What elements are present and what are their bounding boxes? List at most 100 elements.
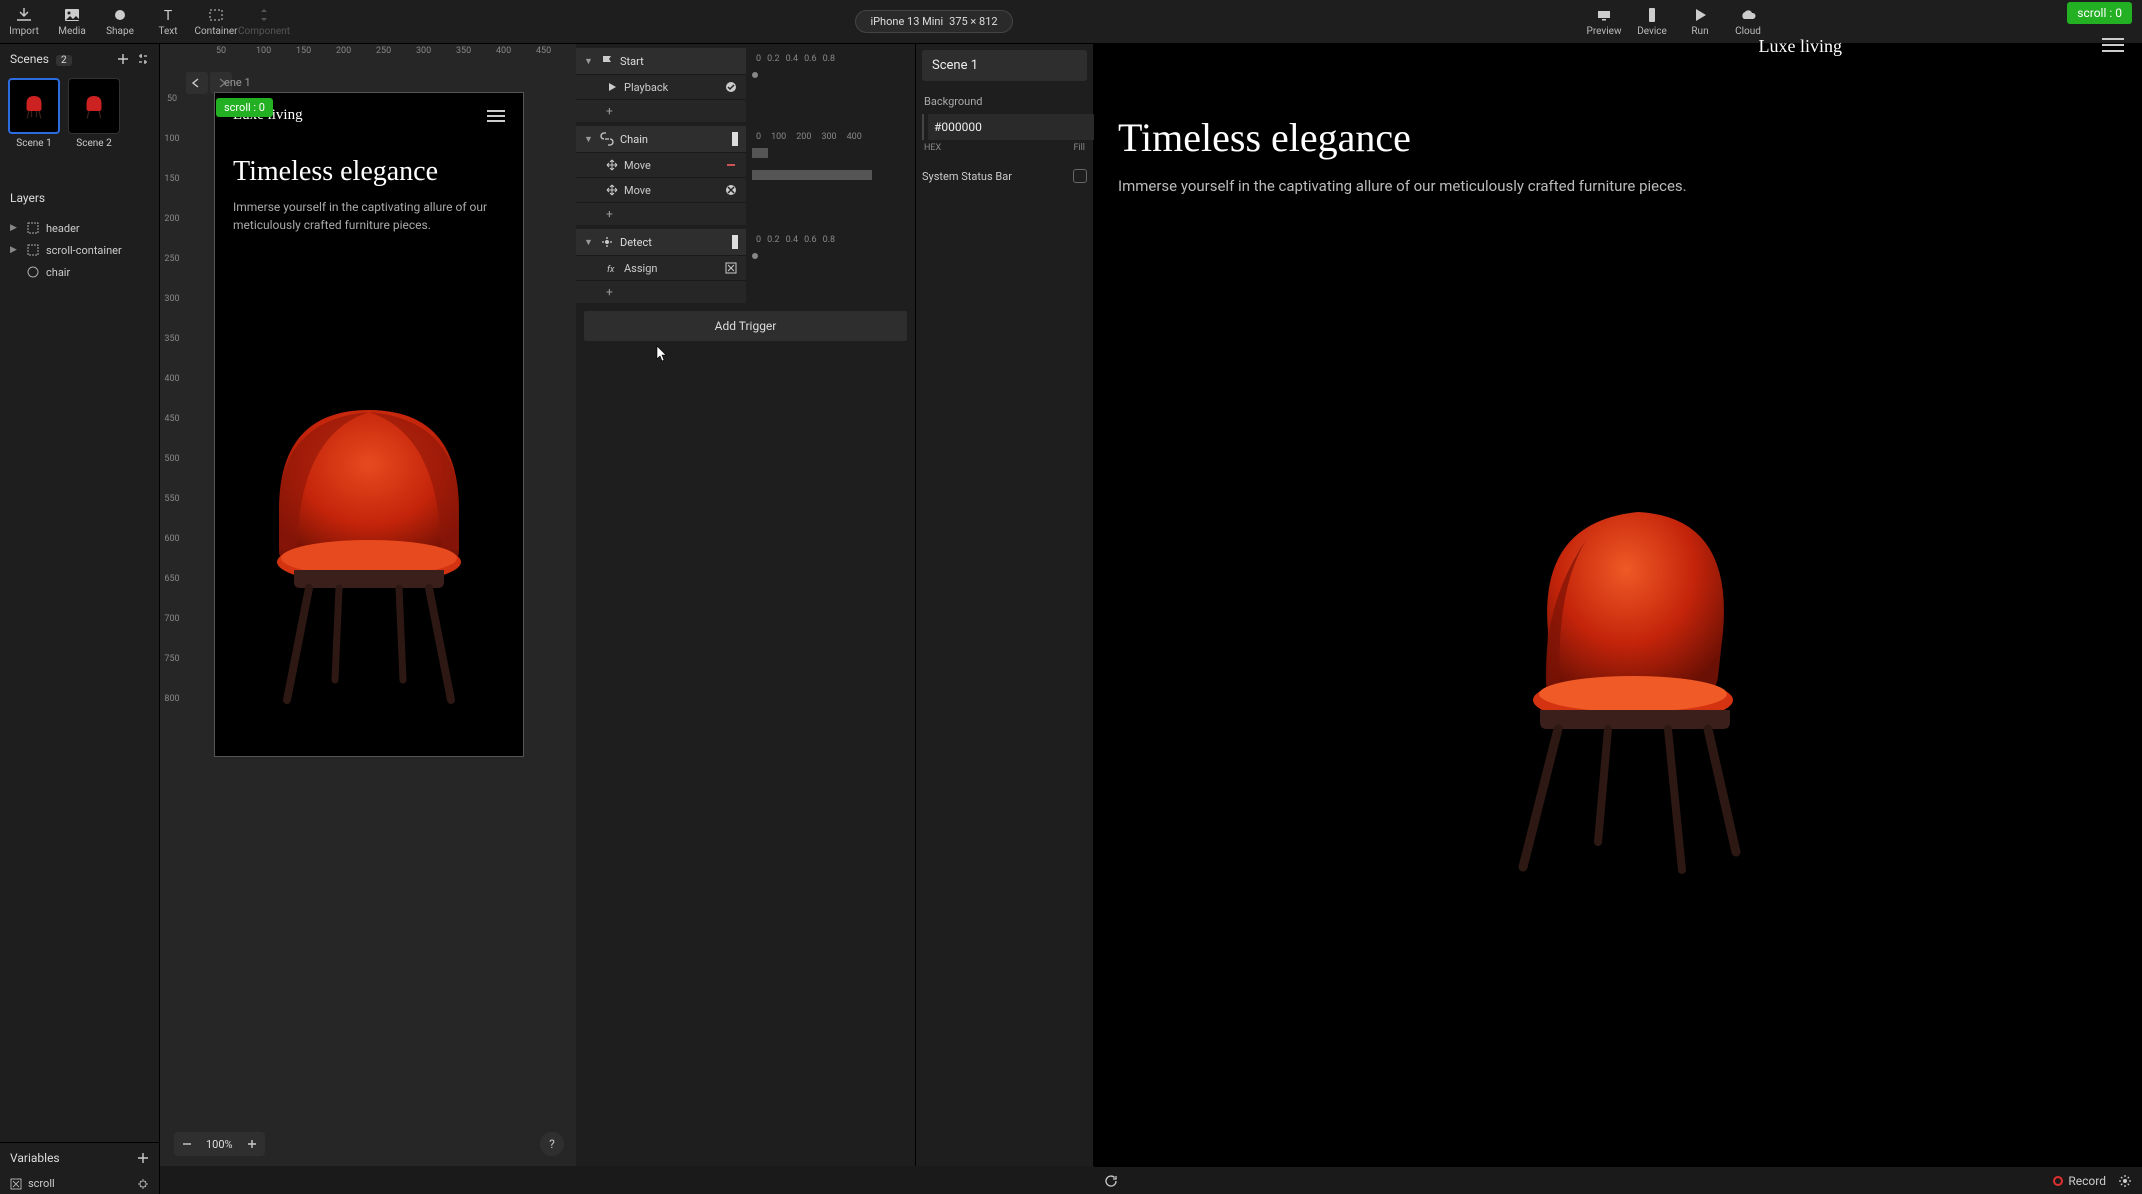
timeline-ticks: 0 0.2 0.4 0.6 0.8 bbox=[752, 233, 909, 245]
device-icon bbox=[1642, 6, 1662, 24]
media-icon bbox=[62, 6, 82, 24]
device-dims: 375 × 812 bbox=[949, 15, 997, 28]
trigger-start[interactable]: ▼ Start Playback + 0 bbox=[576, 48, 915, 122]
disclosure-icon[interactable]: ▼ bbox=[584, 237, 594, 248]
status-bar-label: System Status Bar bbox=[922, 170, 1012, 183]
hex-input[interactable] bbox=[928, 114, 1096, 140]
shape-tool[interactable]: Shape bbox=[96, 0, 144, 43]
canvas-scroll-badge: scroll : 0 bbox=[216, 98, 273, 117]
layer-scroll-container[interactable]: ▶ scroll-container bbox=[0, 239, 159, 261]
add-scene-icon[interactable] bbox=[117, 53, 129, 65]
container-layer-icon bbox=[26, 243, 40, 257]
reset-icon[interactable] bbox=[724, 183, 738, 197]
preview-chair-image bbox=[1118, 198, 2118, 1166]
container-icon bbox=[206, 6, 226, 24]
add-reaction-button[interactable]: + bbox=[606, 285, 613, 299]
container-tool[interactable]: Container bbox=[192, 0, 240, 43]
preview-menu-icon[interactable] bbox=[2102, 38, 2124, 52]
run-tool[interactable]: Run bbox=[1676, 0, 1724, 43]
move-icon bbox=[606, 184, 618, 196]
add-variable-icon[interactable] bbox=[137, 1152, 149, 1164]
chair-image bbox=[215, 333, 523, 756]
add-reaction-button[interactable]: + bbox=[606, 104, 613, 118]
add-trigger-button[interactable]: Add Trigger bbox=[584, 311, 907, 341]
timeline-bar[interactable] bbox=[752, 148, 768, 158]
reaction-label: Assign bbox=[624, 262, 657, 275]
shape-icon bbox=[110, 6, 130, 24]
anchor-marker[interactable] bbox=[732, 235, 738, 249]
preview-label: Preview bbox=[1587, 26, 1622, 37]
reaction-move-2[interactable]: Move bbox=[576, 177, 746, 202]
color-swatch[interactable] bbox=[922, 114, 924, 140]
status-bar-checkbox[interactable] bbox=[1073, 169, 1087, 183]
device-tool[interactable]: Device bbox=[1628, 0, 1676, 43]
help-button[interactable]: ? bbox=[540, 1132, 564, 1156]
trigger-detect[interactable]: ▼ Detect fx Assign + bbox=[576, 229, 915, 303]
canvas[interactable]: 50 100 150 200 250 300 350 400 450 500 5… bbox=[160, 44, 576, 1166]
record-button[interactable]: Record bbox=[2053, 1174, 2106, 1188]
reaction-playback[interactable]: Playback bbox=[576, 74, 746, 99]
canvas-scene-label: ene 1 bbox=[224, 76, 251, 89]
scene-thumb-2[interactable]: Scene 2 bbox=[68, 78, 120, 149]
scene-thumb-1[interactable]: Scene 1 bbox=[8, 78, 60, 149]
scenes-header: Scenes 2 bbox=[0, 44, 159, 74]
scene-settings-icon[interactable] bbox=[137, 53, 149, 65]
detect-icon bbox=[600, 235, 614, 249]
layer-label: header bbox=[46, 222, 80, 235]
container-layer-icon bbox=[26, 221, 40, 235]
disclosure-icon[interactable]: ▼ bbox=[584, 134, 594, 145]
preview-body: Immerse yourself in the captivating allu… bbox=[1118, 175, 2118, 198]
inspector-panel: Scene 1 Background HEX Fill System Statu… bbox=[916, 44, 1094, 1166]
device-selector[interactable]: iPhone 13 Mini 375 × 812 bbox=[855, 10, 1012, 33]
text-tool[interactable]: T Text bbox=[144, 0, 192, 43]
gear-icon[interactable] bbox=[2118, 1174, 2132, 1188]
reaction-assign[interactable]: fx Assign bbox=[576, 255, 746, 280]
add-reaction-button[interactable]: + bbox=[606, 207, 613, 221]
svg-text:T: T bbox=[164, 8, 173, 23]
trigger-name: Detect bbox=[620, 236, 652, 249]
timeline-bar[interactable] bbox=[752, 170, 872, 180]
move-icon bbox=[606, 159, 618, 171]
artboard[interactable]: Luxe living Timeless elegance Immerse yo… bbox=[214, 92, 524, 757]
trigger-name: Chain bbox=[620, 133, 648, 146]
disclosure-icon[interactable]: ▼ bbox=[584, 56, 594, 67]
menu-icon[interactable] bbox=[487, 110, 505, 122]
minus-icon[interactable] bbox=[724, 158, 738, 172]
reaction-move-1[interactable]: Move bbox=[576, 152, 746, 177]
play-icon bbox=[606, 81, 618, 93]
timeline-keyframe[interactable] bbox=[752, 72, 758, 78]
zoom-out-button[interactable] bbox=[176, 1134, 198, 1154]
preview-tool[interactable]: Preview bbox=[1580, 0, 1628, 43]
media-tool[interactable]: Media bbox=[48, 0, 96, 43]
container-label: Container bbox=[194, 26, 237, 37]
layers-header: Layers bbox=[0, 183, 159, 213]
fx-icon: fx bbox=[606, 262, 618, 274]
x-box-icon[interactable] bbox=[724, 261, 738, 275]
device-label: Device bbox=[1637, 26, 1667, 37]
anchor-marker[interactable] bbox=[732, 132, 738, 146]
scene-thumb-1-label: Scene 1 bbox=[16, 138, 51, 149]
layer-chair[interactable]: chair bbox=[0, 261, 159, 283]
scenes-title: Scenes bbox=[10, 52, 49, 66]
inspector-title[interactable]: Scene 1 bbox=[922, 50, 1087, 81]
component-tool[interactable]: Component bbox=[240, 0, 288, 43]
debug-icon[interactable] bbox=[137, 1178, 149, 1190]
left-panel: Scenes 2 Scene 1 Scene 2 bbox=[0, 44, 160, 1194]
component-icon bbox=[254, 6, 274, 24]
scene-thumb-2-label: Scene 2 bbox=[76, 138, 111, 149]
reload-icon[interactable] bbox=[1104, 1174, 1118, 1188]
disclosure-icon[interactable]: ▶ bbox=[10, 223, 20, 233]
zoom-in-button[interactable] bbox=[241, 1134, 263, 1154]
variable-scroll[interactable]: scroll bbox=[0, 1173, 159, 1194]
canvas-back-button[interactable] bbox=[186, 72, 208, 94]
reset-icon[interactable] bbox=[724, 80, 738, 94]
layer-header[interactable]: ▶ header bbox=[0, 217, 159, 239]
trigger-chain[interactable]: ▼ Chain Move Move bbox=[576, 126, 915, 225]
fill-caption: Fill bbox=[1073, 143, 1085, 153]
device-preview[interactable]: Timeless elegance Immerse yourself in th… bbox=[1094, 44, 2142, 1166]
import-tool[interactable]: Import bbox=[0, 0, 48, 43]
zoom-value[interactable]: 100% bbox=[200, 1138, 239, 1151]
timeline-keyframe[interactable] bbox=[752, 253, 758, 259]
disclosure-icon[interactable]: ▶ bbox=[10, 245, 20, 255]
zoom-control: 100% bbox=[174, 1132, 265, 1156]
